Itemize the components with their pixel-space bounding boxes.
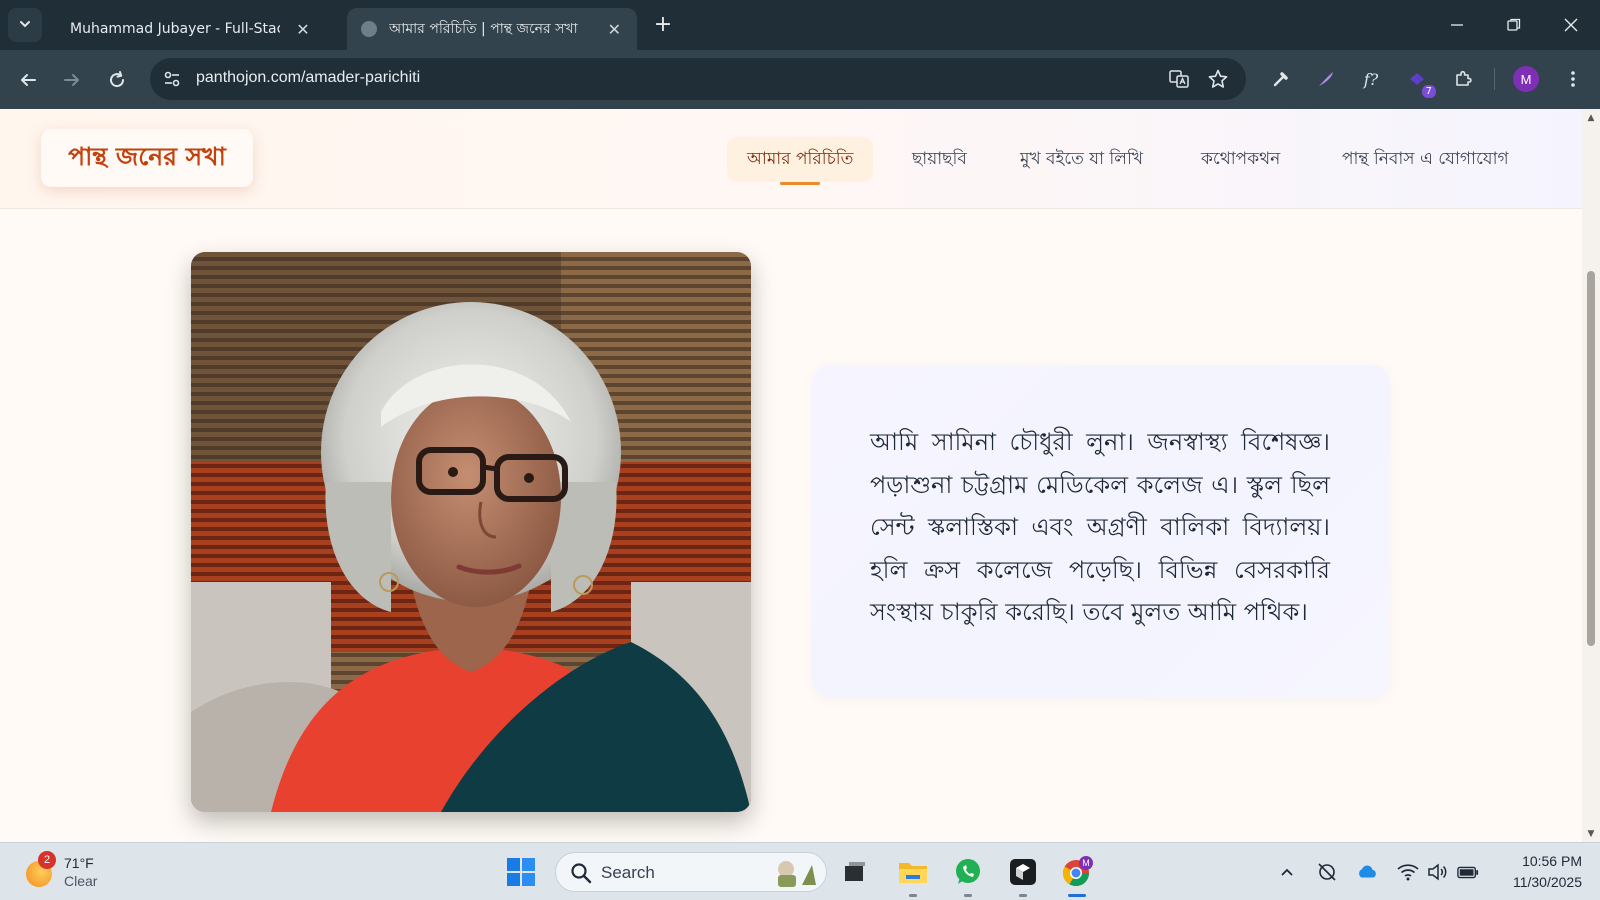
scroll-thumb[interactable] [1587, 271, 1595, 646]
tab-title: Muhammad Jubayer - Full-Stack [70, 21, 280, 37]
active-nav-indicator [780, 182, 821, 185]
browser-tabstrip: Muhammad Jubayer - Full-Stack ✕ আমার পরি… [0, 0, 1600, 50]
tray-chevron-up-icon[interactable] [1276, 861, 1298, 883]
battery-icon[interactable] [1457, 861, 1479, 883]
tab-title: আমার পরিচিতি | পান্থ জনের সখা [389, 21, 578, 37]
nav-item-label: কথোপকথন [1201, 148, 1281, 169]
site-settings-icon[interactable] [162, 69, 182, 89]
extensions-puzzle-icon[interactable] [1448, 64, 1478, 94]
close-icon [1564, 18, 1578, 32]
address-bar[interactable]: panthojon.com/amader-parichiti [150, 58, 1246, 100]
windows-taskbar: 2 71°F Clear Search M 10:56 PM 11/30/202… [0, 842, 1600, 900]
extension-with-badge-icon[interactable]: 7 [1402, 64, 1436, 98]
font-finder-extension-icon[interactable]: f? [1356, 64, 1386, 94]
taskbar-app-dark[interactable] [1004, 853, 1042, 897]
windows-logo-icon [507, 858, 535, 886]
profile-avatar[interactable]: M [1513, 66, 1539, 92]
site-logo[interactable]: পান্থ জনের সখা [41, 129, 253, 187]
weather-condition: Clear [64, 873, 98, 889]
weather-badge: 2 [38, 851, 56, 869]
running-indicator [1019, 894, 1027, 897]
bio-text: আমি সামিনা চৌধুরী লুনা। জনস্বাস্থ্য বিশে… [870, 428, 1330, 626]
arrow-right-icon [64, 74, 79, 86]
chrome-icon: M [1062, 856, 1093, 887]
nav-item-conversations[interactable]: কথোপকথন [1181, 137, 1300, 182]
volume-icon[interactable] [1427, 861, 1449, 883]
restore-icon [1507, 18, 1521, 31]
scroll-down-icon[interactable]: ▼ [1586, 829, 1596, 839]
color-picker-extension-icon[interactable] [1266, 64, 1296, 94]
extension-badge: 7 [1421, 85, 1436, 98]
tab-search-button[interactable] [8, 8, 42, 42]
running-indicator [1068, 894, 1086, 897]
weather-widget[interactable]: 2 71°F Clear [22, 851, 122, 893]
taskbar-app-chrome[interactable]: M [1058, 853, 1096, 897]
translate-icon[interactable] [1168, 68, 1190, 90]
url-text[interactable]: panthojon.com/amader-parichiti [196, 69, 420, 87]
svg-text:M: M [1082, 858, 1090, 868]
sync-off-icon[interactable] [1316, 861, 1338, 883]
taskbar-search[interactable]: Search [555, 852, 827, 892]
app-box-icon [1010, 859, 1036, 885]
minimize-button[interactable] [1434, 10, 1480, 40]
taskbar-app-taskview[interactable] [836, 853, 874, 891]
running-indicator [909, 894, 917, 897]
nav-item-contact[interactable]: পান্থ নিবাস এ যোগাযোগ [1322, 137, 1529, 182]
toolbar-separator [1494, 68, 1495, 90]
back-button[interactable] [12, 64, 44, 96]
close-icon[interactable]: ✕ [606, 20, 623, 39]
site-header: পান্থ জনের সখা আমার পরিচিতি ছায়াছবি মুখ… [0, 109, 1582, 209]
minimize-icon [1451, 24, 1463, 26]
reload-icon [110, 71, 125, 88]
clock-date: 11/30/2025 [1512, 874, 1582, 890]
taskbar-app-file-explorer[interactable] [894, 853, 932, 897]
globe-icon [361, 21, 377, 37]
whatsapp-icon [956, 859, 980, 884]
task-view-icon [845, 862, 865, 881]
forward-button[interactable] [56, 64, 88, 96]
taskbar-clock[interactable]: 10:56 PM 11/30/2025 [1490, 851, 1582, 893]
chevron-down-icon [18, 16, 32, 35]
running-indicator [964, 894, 972, 897]
page-scrollbar[interactable]: ▲ ▼ [1582, 109, 1600, 842]
clock-time: 10:56 PM [1522, 853, 1582, 869]
nav-item-label: পান্থ নিবাস এ যোগাযোগ [1342, 148, 1509, 169]
reload-button[interactable] [101, 64, 133, 96]
quill-extension-icon[interactable] [1311, 64, 1341, 94]
window-close-button[interactable] [1548, 10, 1594, 40]
onedrive-cloud-icon[interactable] [1356, 861, 1378, 883]
nav-item-facebook-writings[interactable]: মুখ বইতে যা লিখি [1000, 137, 1163, 182]
tab-inactive[interactable]: Muhammad Jubayer - Full-Stack ✕ [56, 8, 342, 50]
nav-item-label: ছায়াছবি [912, 148, 967, 169]
wifi-icon[interactable] [1397, 861, 1419, 883]
bookmark-star-icon[interactable] [1207, 68, 1229, 90]
profile-photo [191, 252, 751, 812]
nav-item-label: মুখ বইতে যা লিখি [1020, 148, 1143, 169]
web-page: পান্থ জনের সখা আমার পরিচিতি ছায়াছবি মুখ… [0, 109, 1582, 842]
scroll-up-icon[interactable]: ▲ [1586, 113, 1596, 123]
browser-menu-icon[interactable] [1558, 64, 1588, 94]
search-icon [570, 862, 592, 884]
search-highlight-icon [768, 857, 820, 889]
portrait-illustration [191, 252, 751, 812]
search-placeholder: Search [601, 863, 655, 882]
folder-icon [899, 863, 927, 883]
nav-item-films[interactable]: ছায়াছবি [892, 137, 987, 182]
close-icon[interactable]: ✕ [294, 20, 312, 39]
nav-item-about[interactable]: আমার পরিচিতি [727, 137, 874, 185]
restore-button[interactable] [1491, 10, 1537, 40]
start-button[interactable] [506, 857, 536, 887]
taskbar-app-whatsapp[interactable] [949, 853, 987, 897]
new-tab-button[interactable]: + [650, 12, 676, 38]
arrow-left-icon [21, 74, 36, 86]
tab-active[interactable]: আমার পরিচিতি | পান্থ জনের সখা ✕ [347, 8, 637, 50]
weather-temp: 71°F [64, 855, 94, 871]
bio-card: আমি সামিনা চৌধুরী লুনা। জনস্বাস্থ্য বিশে… [812, 365, 1390, 698]
nav-item-label: আমার পরিচিতি [747, 148, 854, 169]
browser-toolbar: panthojon.com/amader-parichiti f? 7 [0, 50, 1600, 109]
